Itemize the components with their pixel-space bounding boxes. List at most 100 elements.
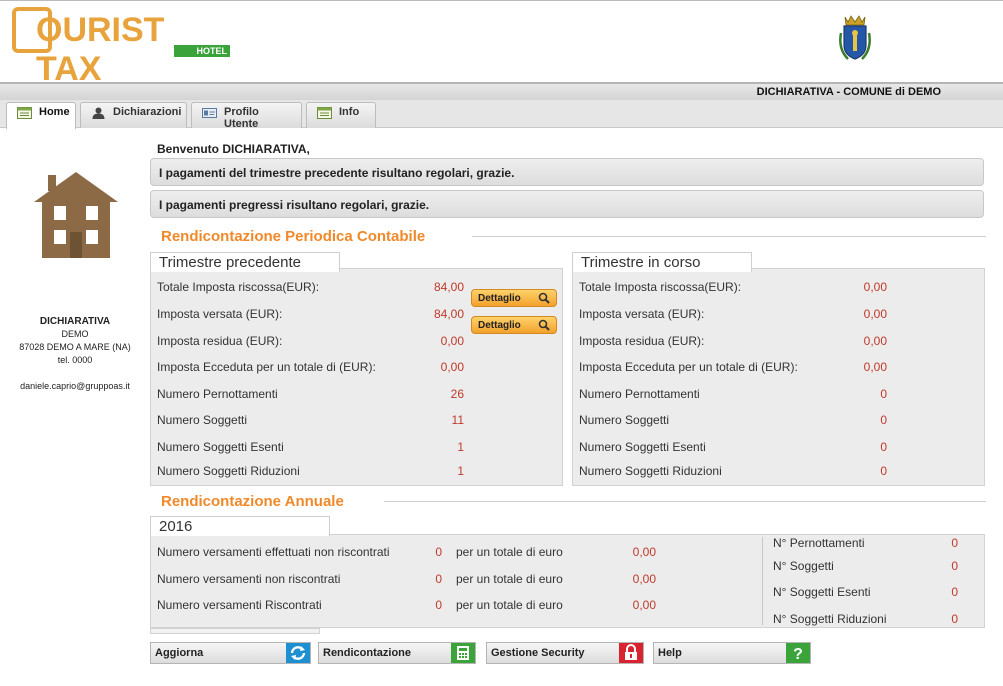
cur-label-residua: Imposta residua (EUR):	[579, 334, 705, 348]
cur-label-versata: Imposta versata (EUR):	[579, 307, 705, 321]
cur-label-riduzioni: Numero Soggetti Riduzioni	[579, 464, 722, 478]
annual-total-label: per un totale di euro	[456, 598, 563, 612]
home-icon	[17, 107, 32, 119]
app-title: DICHIARATIVA - COMUNE di DEMO	[756, 86, 941, 98]
refresh-icon	[286, 643, 310, 663]
tab-dichiarazioni[interactable]: Dichiarazioni	[80, 102, 187, 128]
welcome-text: Benvenuto DICHIARATIVA,	[157, 142, 310, 156]
annual-stat-esenti-value: 0	[951, 585, 958, 599]
annual-year: 2016	[150, 516, 330, 536]
status-message-past: I pagamenti pregressi risultano regolari…	[150, 190, 984, 218]
lock-icon	[619, 643, 643, 663]
user-icon	[92, 107, 105, 119]
user-address-line2: 87028 DEMO A MARE (NA)	[19, 342, 131, 352]
prev-label-residua: Imposta residua (EUR):	[157, 334, 283, 348]
cur-quarter-title: Trimestre in corso	[572, 252, 752, 272]
prev-quarter-title: Trimestre precedente	[150, 252, 340, 272]
annual-stat-soggetti-value: 0	[951, 559, 958, 573]
prev-value-tot-riscossa: 84,00	[433, 280, 464, 294]
annual-total-riscontrati: 0,00	[632, 598, 656, 612]
annual-stats-divider	[762, 537, 763, 625]
prev-value-residua: 0,00	[440, 334, 464, 348]
annual-stat-riduzioni-label: N° Soggetti Riduzioni	[773, 612, 887, 626]
annual-label-riscontrati: Numero versamenti Riscontrati	[157, 598, 322, 612]
section-divider	[472, 236, 986, 237]
title-bar: DICHIARATIVA - COMUNE di DEMO	[0, 82, 1003, 100]
id-card-icon	[202, 108, 217, 118]
tab-label: Info	[339, 106, 360, 118]
municipality-crest-icon	[839, 15, 871, 60]
periodic-section-title: Rendicontazione Periodica Contabile	[161, 228, 426, 245]
prev-value-esenti: 1	[457, 440, 464, 454]
cur-value-versata: 0,00	[863, 307, 887, 321]
user-phone: tel. 0000	[57, 355, 93, 365]
tab-info[interactable]: Info	[306, 102, 376, 128]
prev-value-riduzioni: 1	[457, 464, 464, 478]
prev-value-versata: 84,00	[433, 307, 464, 321]
main-tabs: Home Dichiarazioni Profilo Utente Info	[0, 100, 1003, 130]
cur-value-esenti: 0	[880, 440, 887, 454]
annual-stat-riduzioni-value: 0	[951, 612, 958, 626]
status-message-quarter: I pagamenti del trimestre precedente ris…	[150, 158, 984, 186]
prev-label-ecceduta: Imposta Ecceduta per un totale di (EUR):	[157, 360, 376, 374]
tab-label: Profilo Utente	[224, 106, 259, 130]
cur-label-ecceduta: Imposta Ecceduta per un totale di (EUR):	[579, 360, 798, 374]
aggiorna-button[interactable]: Aggiorna	[150, 642, 311, 664]
annual-count-riscontrati: 0	[435, 598, 442, 612]
rendicontazione-button[interactable]: Rendicontazione	[318, 642, 476, 664]
tab-label: Dichiarazioni	[113, 106, 182, 118]
annual-label-non-riscontrati-eff: Numero versamenti effettuati non riscont…	[157, 545, 390, 559]
cur-value-ecceduta: 0,00	[863, 360, 887, 374]
magnifier-icon	[538, 319, 550, 331]
tab-profilo-utente[interactable]: Profilo Utente	[191, 102, 302, 130]
annual-total-non-riscontrati: 0,00	[632, 572, 656, 586]
svg-text:?: ?	[793, 646, 803, 663]
tab-home[interactable]: Home	[6, 102, 76, 129]
prev-value-soggetti: 11	[451, 413, 464, 427]
prev-value-pernottamenti: 26	[450, 387, 464, 401]
annual-stat-soggetti-label: N° Soggetti	[773, 559, 834, 573]
magnifier-icon	[538, 292, 550, 304]
cur-label-tot-riscossa: Totale Imposta riscossa(EUR):	[579, 280, 742, 294]
cur-value-soggetti: 0	[880, 413, 887, 427]
detail-button-label: Dettaglio	[478, 293, 521, 304]
gestione-security-button[interactable]: Gestione Security	[486, 642, 644, 664]
house-icon	[34, 172, 118, 258]
prev-label-esenti: Numero Soggetti Esenti	[157, 440, 284, 454]
info-icon	[317, 107, 332, 119]
annual-count-non-riscontrati-eff: 0	[435, 545, 442, 559]
button-label: Help	[658, 647, 682, 659]
annual-count-non-riscontrati: 0	[435, 572, 442, 586]
user-name: DICHIARATIVA	[39, 316, 111, 327]
prev-label-versata: Imposta versata (EUR):	[157, 307, 283, 321]
detail-button-versata[interactable]: Dettaglio	[471, 316, 557, 334]
detail-button-riscossa[interactable]: Dettaglio	[471, 289, 557, 307]
annual-stat-esenti-label: N° Soggetti Esenti	[773, 585, 871, 599]
button-label: Aggiorna	[155, 647, 204, 659]
tourist-tax-logo[interactable]: OURIST TAX HOTEL	[12, 5, 230, 88]
cur-label-pernottamenti: Numero Pernottamenti	[579, 387, 700, 401]
help-button[interactable]: Help ?	[653, 642, 811, 664]
section-divider	[384, 501, 986, 502]
button-label: Gestione Security	[491, 647, 585, 659]
logo-subtitle: HOTEL	[174, 45, 230, 57]
prev-label-soggetti: Numero Soggetti	[157, 413, 248, 427]
cur-value-pernottamenti: 0	[880, 387, 887, 401]
annual-total-non-riscontrati-eff: 0,00	[632, 545, 656, 559]
annual-label-non-riscontrati: Numero versamenti non riscontrati	[157, 572, 341, 586]
calculator-icon	[451, 643, 475, 663]
annual-stat-pernottamenti-value: 0	[951, 536, 958, 550]
user-email: daniele.caprio@gruppoas.it	[20, 381, 130, 391]
cur-value-riduzioni: 0	[880, 464, 887, 478]
user-info: DICHIARATIVA DEMO 87028 DEMO A MARE (NA)…	[0, 315, 150, 367]
button-label: Rendicontazione	[323, 647, 412, 659]
cur-label-soggetti: Numero Soggetti	[579, 413, 670, 427]
annual-stat-pernottamenti-label: N° Pernottamenti	[773, 536, 865, 550]
help-icon: ?	[786, 643, 810, 663]
detail-button-label: Dettaglio	[478, 320, 521, 331]
tab-label: Home	[39, 106, 70, 118]
cur-label-esenti: Numero Soggetti Esenti	[579, 440, 706, 454]
prev-label-pernottamenti: Numero Pernottamenti	[157, 387, 278, 401]
prev-label-tot-riscossa: Totale Imposta riscossa(EUR):	[157, 280, 320, 294]
cur-value-residua: 0,00	[863, 334, 887, 348]
